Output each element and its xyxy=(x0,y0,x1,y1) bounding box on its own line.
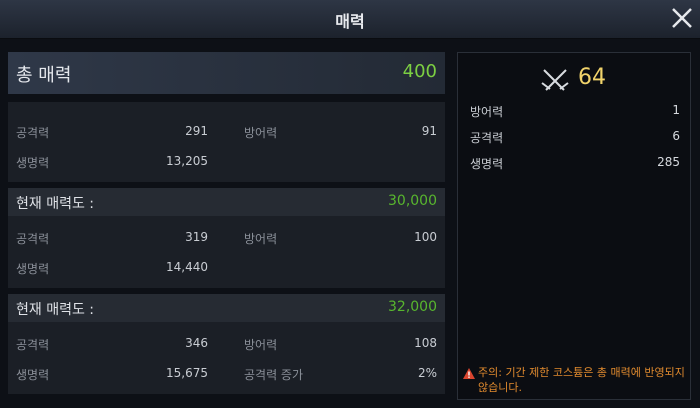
stat-label: 공격력 xyxy=(16,126,50,140)
tier-header: 현재 매력도 : 32,000 xyxy=(8,294,445,322)
base-stats-section: 공격력 291 방어력 91 생명력 13,205 xyxy=(8,102,445,182)
bonus-stat-label: 방어력 xyxy=(470,105,504,119)
charm-stats-panel: 총 매력 400 공격력 291 방어력 91 생명력 13,205 현재 매력… xyxy=(8,52,445,400)
stat-value: 13,205 xyxy=(166,154,208,168)
stat-value: 14,440 xyxy=(166,260,208,274)
bonus-stat-label: 생명력 xyxy=(470,157,504,171)
stat-label: 생명력 xyxy=(16,368,50,382)
stat-label: 생명력 xyxy=(16,262,50,276)
total-charm-bar: 총 매력 400 xyxy=(8,52,445,94)
stat-label: 공격력 증가 xyxy=(244,368,304,382)
stat-label: 공격력 xyxy=(16,338,50,352)
close-icon[interactable] xyxy=(668,4,696,32)
stat-value: 108 xyxy=(414,336,437,350)
stat-value: 91 xyxy=(421,124,437,138)
combat-power-value: 64 xyxy=(578,65,606,90)
stat-label: 방어력 xyxy=(244,338,278,352)
total-charm-value: 400 xyxy=(402,61,437,82)
tier-label: 현재 매력도 : xyxy=(16,196,95,212)
stat-value: 100 xyxy=(414,230,437,244)
window-title: 매력 xyxy=(335,12,365,31)
stat-value: 2% xyxy=(417,366,437,380)
crossed-swords-icon xyxy=(541,69,569,91)
stat-value: 319 xyxy=(185,230,208,244)
stat-label: 방어력 xyxy=(244,126,278,140)
bonus-stat-value: 285 xyxy=(657,155,680,169)
title-bar: 매력 xyxy=(0,0,700,39)
charm-tier-section: 현재 매력도 : 32,000 공격력 346 방어력 108 생명력 15,6… xyxy=(8,294,445,394)
tier-header: 현재 매력도 : 30,000 xyxy=(8,188,445,216)
bonus-panel: 64 방어력 1 공격력 6 생명력 285 주의: 기간 제한 코스튬은 총 … xyxy=(457,52,691,400)
stat-value: 291 xyxy=(185,124,208,138)
tier-label: 현재 매력도 : xyxy=(16,302,95,318)
tier-threshold: 30,000 xyxy=(388,193,437,209)
stat-label: 공격력 xyxy=(16,232,50,246)
bonus-stat-value: 6 xyxy=(672,129,680,143)
stat-value: 15,675 xyxy=(166,366,208,380)
bonus-stat-value: 1 xyxy=(672,103,680,117)
stat-value: 346 xyxy=(185,336,208,350)
stat-label: 생명력 xyxy=(16,156,50,170)
total-charm-label: 총 매력 xyxy=(16,65,72,86)
notice-text: 주의: 기간 제한 코스튬은 총 매력에 반영되지 않습니다. xyxy=(478,366,685,394)
tier-threshold: 32,000 xyxy=(388,299,437,315)
stat-label: 방어력 xyxy=(244,232,278,246)
bonus-stat-label: 공격력 xyxy=(470,131,504,145)
warning-icon xyxy=(463,368,475,379)
charm-tier-section: 현재 매력도 : 30,000 공격력 319 방어력 100 생명력 14,4… xyxy=(8,188,445,288)
